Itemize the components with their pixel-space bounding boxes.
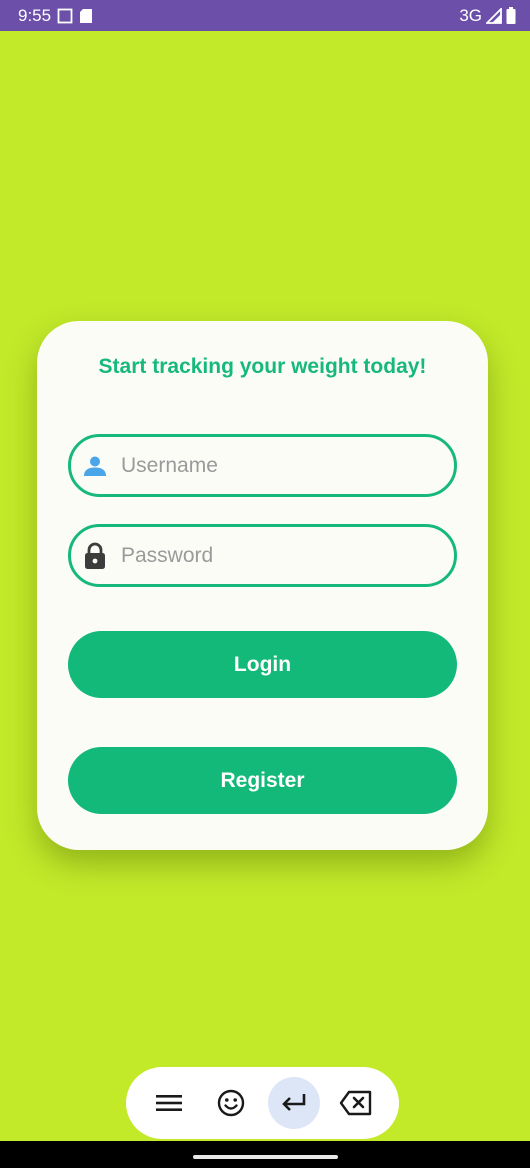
status-right: 3G (459, 6, 516, 26)
status-left: 9:55 (18, 6, 93, 26)
password-field[interactable] (68, 524, 457, 587)
status-bar: 9:55 3G (0, 0, 530, 31)
username-input[interactable] (121, 453, 421, 478)
navigation-bar (0, 1141, 530, 1168)
home-handle[interactable] (193, 1155, 338, 1159)
person-icon (82, 453, 108, 479)
card-title: Start tracking your weight today! (98, 355, 427, 378)
login-button[interactable]: Login (68, 631, 457, 698)
register-button[interactable]: Register (68, 747, 457, 814)
keyboard-toolbar (126, 1067, 399, 1139)
network-type: 3G (459, 5, 482, 25)
menu-icon[interactable] (143, 1077, 195, 1129)
sd-card-icon (79, 8, 93, 24)
screenshot-icon (57, 8, 73, 24)
emoji-icon[interactable] (205, 1077, 257, 1129)
battery-icon (506, 7, 516, 24)
signal-icon (486, 7, 502, 24)
status-time: 9:55 (18, 5, 52, 25)
enter-icon[interactable] (267, 1077, 320, 1129)
password-input[interactable] (121, 543, 421, 568)
login-card: Start tracking your weight today! Login … (37, 321, 488, 850)
username-field[interactable] (68, 434, 457, 497)
lock-icon (82, 542, 108, 569)
backspace-icon[interactable] (330, 1077, 382, 1129)
